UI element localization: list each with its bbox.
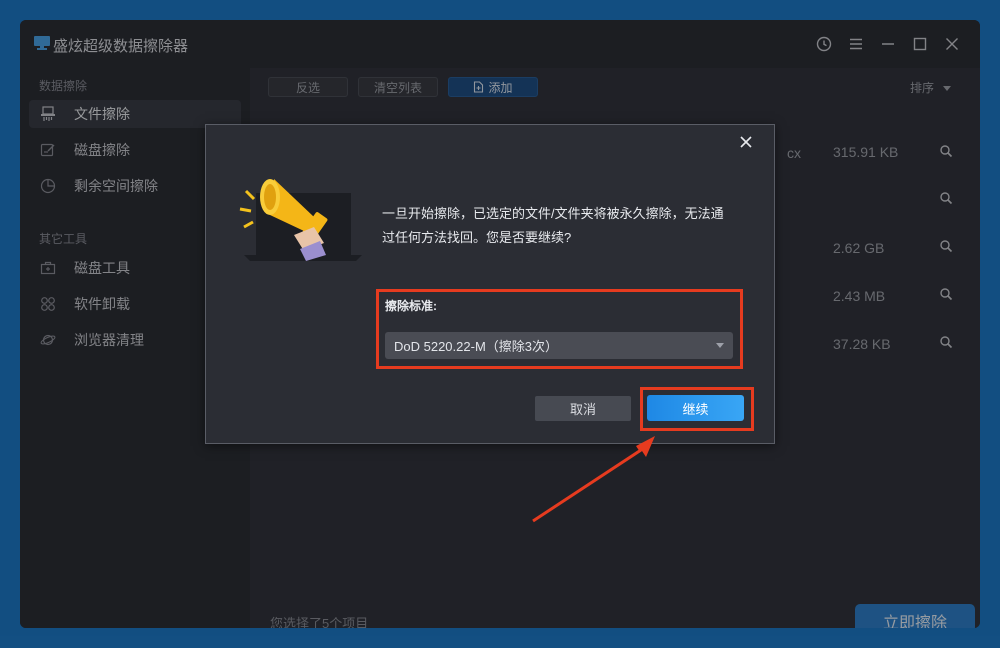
dialog-message: 一旦开始擦除，已选定的文件/文件夹将被永久擦除，无法通过任何方法找回。您是否要继… (382, 206, 724, 245)
dropdown-caret-icon (716, 343, 724, 348)
cancel-label: 取消 (569, 402, 596, 417)
continue-label: 继续 (682, 401, 709, 417)
erase-standard-select[interactable]: DoD 5220.22-M（擦除3次） (385, 332, 733, 359)
megaphone-icon (239, 179, 362, 261)
continue-button[interactable]: 继续 (647, 395, 744, 421)
dialog-close-icon[interactable] (737, 133, 755, 151)
erase-standard-label: 擦除标准: (385, 299, 437, 313)
cancel-button[interactable]: 取消 (535, 396, 631, 421)
erase-standard-value: DoD 5220.22-M（擦除3次） (394, 339, 558, 354)
confirm-erase-dialog: 一旦开始擦除，已选定的文件/文件夹将被永久擦除，无法通过任何方法找回。您是否要继… (205, 124, 775, 444)
